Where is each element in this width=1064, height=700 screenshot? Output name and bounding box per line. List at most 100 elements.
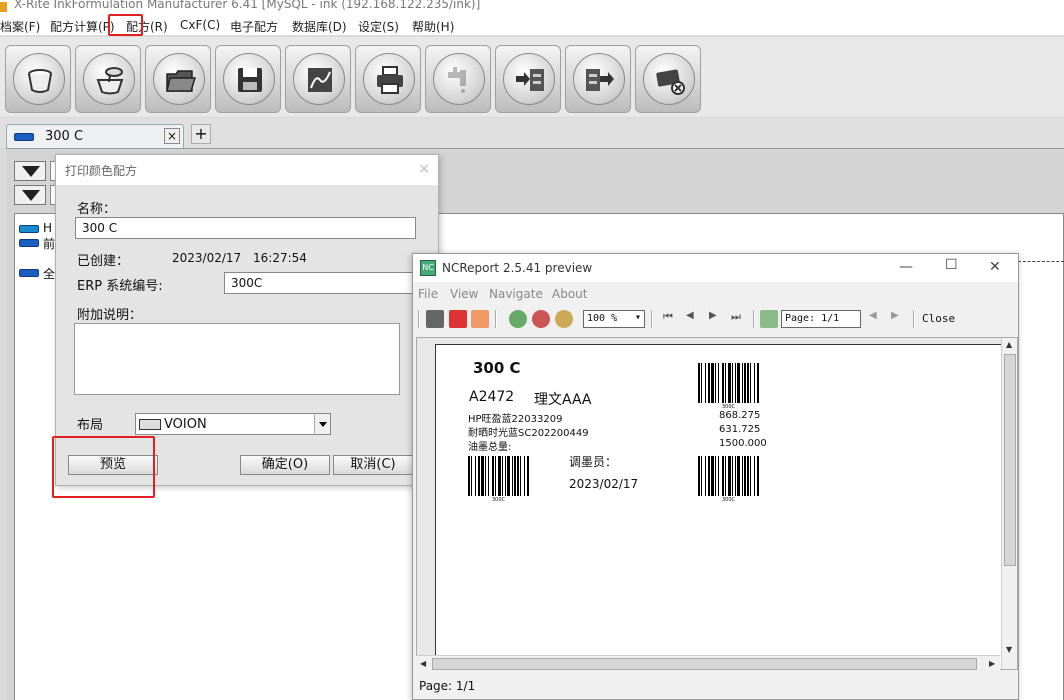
dispense-button[interactable] xyxy=(425,45,491,113)
menu-calc[interactable]: 配方计算(P) xyxy=(50,18,115,35)
barcode-left xyxy=(468,456,529,496)
maximize-icon[interactable]: ☐ xyxy=(945,257,958,273)
page-spinbox[interactable]: Page: 1/1 xyxy=(781,310,861,328)
export-icon xyxy=(586,69,614,91)
zoom-out-icon[interactable] xyxy=(532,310,550,328)
name-field[interactable]: 300 C xyxy=(75,217,416,239)
menu-settings[interactable]: 设定(S) xyxy=(358,18,399,35)
cup-icon xyxy=(28,69,52,93)
note-label: 附加说明： xyxy=(77,308,143,323)
export-button[interactable] xyxy=(565,45,631,113)
print-icon[interactable] xyxy=(426,310,444,328)
ncreport-icon: NC xyxy=(420,260,436,276)
dialog-close-icon[interactable]: × xyxy=(418,161,430,177)
menu-file[interactable]: 档案(F) xyxy=(0,18,40,35)
app-icon xyxy=(0,2,7,12)
card-delete-icon xyxy=(656,69,685,95)
save-icon xyxy=(238,68,262,92)
expand-dropdown-2[interactable] xyxy=(14,185,46,205)
chart-button[interactable] xyxy=(285,45,351,113)
ok-button[interactable]: 确定(O) xyxy=(240,455,330,475)
cancel-button[interactable]: 取消(C) xyxy=(333,455,413,475)
ink1-qty: 868.275 xyxy=(719,410,761,421)
menu-bar: 档案(F) 配方计算(P) 配方(R) CxF(C) 电子配方 数据库(D) 设… xyxy=(0,14,1064,36)
card-delete-button[interactable] xyxy=(635,45,701,113)
menu-database[interactable]: 数据库(D) xyxy=(292,18,347,35)
last-page-icon[interactable]: ⏭ xyxy=(731,310,749,328)
tab-label: 300 C xyxy=(45,129,84,144)
created-time: 16:27:54 xyxy=(253,251,307,265)
zoom-in-icon[interactable] xyxy=(509,310,527,328)
ncreport-preview-window: NC NCReport 2.5.41 preview — ☐ ✕ File Vi… xyxy=(412,253,1019,700)
vertical-scrollbar[interactable]: ▲ ▼ xyxy=(1001,338,1017,669)
forward-icon[interactable]: ▶ xyxy=(891,310,909,328)
name-label: 名称： xyxy=(77,202,117,217)
chart-icon xyxy=(308,68,332,92)
folder-open-icon xyxy=(166,70,196,92)
menu-view[interactable]: View xyxy=(450,287,478,301)
color-swatch xyxy=(14,133,34,141)
horizontal-scrollbar[interactable]: ◀ ▶ xyxy=(416,655,1000,671)
menu-about[interactable]: About xyxy=(552,287,587,301)
tab-300c[interactable]: 300 C × xyxy=(6,124,184,148)
preview-canvas: 300 C A2472 理文AAA HP旺盈蓝22033209 868.275 … xyxy=(416,337,1018,670)
tab-close-button[interactable]: × xyxy=(164,128,180,144)
dashed-line xyxy=(1018,261,1064,262)
ink2-name: 耐晒时光蓝SC202200449 xyxy=(468,428,589,439)
note-textarea[interactable] xyxy=(74,323,400,395)
preview-title: NCReport 2.5.41 preview xyxy=(442,261,593,275)
highlight-menu-formula xyxy=(108,14,143,36)
report-title: 300 C xyxy=(473,359,521,377)
status-page: Page: 1/1 xyxy=(419,679,476,693)
menu-navigate[interactable]: Navigate xyxy=(489,287,543,301)
first-page-icon[interactable]: ⏮ xyxy=(663,310,681,328)
total-label: 油墨总量: xyxy=(468,442,512,453)
zoom-select[interactable]: 100 % ▾ xyxy=(583,310,645,328)
menu-e-formula[interactable]: 电子配方 xyxy=(230,18,278,35)
close-icon[interactable]: ✕ xyxy=(989,259,1001,275)
expand-dropdown-1[interactable] xyxy=(14,161,46,181)
report-page: 300 C A2472 理文AAA HP旺盈蓝22033209 868.275 … xyxy=(435,344,1005,669)
menu-help[interactable]: 帮助(H) xyxy=(412,18,454,35)
report-date: 2023/02/17 xyxy=(569,477,639,491)
erp-label: ERP 系统编号: xyxy=(77,279,163,294)
layout-label: 布局 xyxy=(77,418,104,433)
window-title: X-Rite InkFormulation Manufacturer 6.41 … xyxy=(14,0,481,11)
preview-close-button[interactable]: Close xyxy=(922,312,955,325)
barcode-caption: 300C xyxy=(722,404,736,410)
tab-bar: 300 C × + xyxy=(0,118,1064,148)
print-button[interactable] xyxy=(355,45,421,113)
erp-field[interactable]: 300C xyxy=(224,272,414,294)
next-page-icon[interactable]: ▶ xyxy=(709,310,727,328)
save-button[interactable] xyxy=(215,45,281,113)
barcode-caption: 300C xyxy=(492,497,506,503)
highlight-preview-button xyxy=(52,436,155,498)
dialog-title-bar: 打印颜色配方 × xyxy=(56,155,438,185)
goto-page-icon[interactable] xyxy=(760,310,778,328)
open-button[interactable] xyxy=(145,45,211,113)
svg-icon[interactable] xyxy=(471,310,489,328)
minimize-icon[interactable]: — xyxy=(899,259,913,275)
menu-cxf[interactable]: CxF(C) xyxy=(180,18,220,32)
chevron-down-icon[interactable] xyxy=(314,414,330,434)
layout-select[interactable]: VOION xyxy=(135,413,331,435)
pour-icon xyxy=(96,67,124,95)
ink2-qty: 631.725 xyxy=(719,424,761,435)
print-icon xyxy=(377,66,403,94)
cup-button[interactable] xyxy=(5,45,71,113)
title-bar: X-Rite InkFormulation Manufacturer 6.41 … xyxy=(0,0,1064,14)
import-button[interactable] xyxy=(495,45,561,113)
add-tab-button[interactable]: + xyxy=(191,124,211,144)
toolbar xyxy=(0,37,1064,117)
preview-toolbar: 100 % ▾ ⏮ ◀ ▶ ⏭ Page: 1/1 ◀ ▶ Close xyxy=(413,308,1018,330)
ink1-name: HP旺盈蓝22033209 xyxy=(468,414,563,425)
zoom-fit-icon[interactable] xyxy=(555,310,573,328)
back-icon[interactable]: ◀ xyxy=(869,310,887,328)
menu-file[interactable]: File xyxy=(418,287,438,301)
report-code: A2472 xyxy=(469,389,515,405)
import-icon xyxy=(516,69,544,91)
pour-button[interactable] xyxy=(75,45,141,113)
prev-page-icon[interactable]: ◀ xyxy=(686,310,704,328)
dialog-title: 打印颜色配方 xyxy=(65,164,138,178)
pdf-icon[interactable] xyxy=(449,310,467,328)
